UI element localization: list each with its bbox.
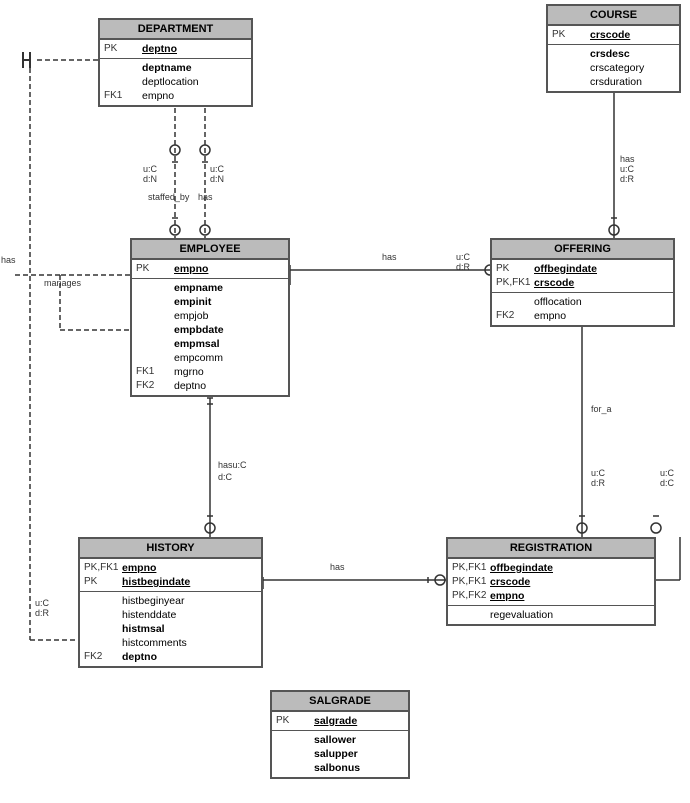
label-uc-dept2: u:C (210, 164, 224, 174)
entity-employee-pk: PK empno (132, 260, 288, 279)
entity-history-pk: PK,FK1 empno PK histbegindate (80, 559, 261, 592)
entity-department-pk: PK deptno (100, 40, 251, 59)
erd-diagram: u:C d:N u:C d:N staffed_by has has u:C d… (0, 0, 690, 803)
entity-offering: OFFERING PK offbegindate PK,FK1 crscode … (490, 238, 675, 327)
entity-course: COURSE PK crscode crsdesc crscategory cr… (546, 4, 681, 93)
label-dr-course: d:R (620, 174, 634, 184)
entity-salgrade: SALGRADE PK salgrade sallower salupper s… (270, 690, 410, 779)
label-uc-reg1: u:C (591, 468, 605, 478)
entity-salgrade-attrs: sallower salupper salbonus (272, 731, 408, 777)
label-dr-reg1: d:R (591, 478, 605, 488)
label-dr-offering: d:R (456, 262, 470, 272)
label-uc-hist: u:C (35, 598, 49, 608)
entity-registration: REGISTRATION PK,FK1 offbegindate PK,FK1 … (446, 537, 656, 626)
label-dn-dept1: d:N (143, 174, 157, 184)
entity-employee-attrs: empname empinit empjob empbdate empmsal … (132, 279, 288, 395)
entity-history: HISTORY PK,FK1 empno PK histbegindate hi… (78, 537, 263, 668)
entity-registration-pk: PK,FK1 offbegindate PK,FK1 crscode PK,FK… (448, 559, 654, 606)
entity-department: DEPARTMENT PK deptno deptname deptlocati… (98, 18, 253, 107)
label-has-dept: has (198, 192, 213, 202)
label-dr-hist: d:R (35, 608, 49, 618)
label-manages: manages (44, 278, 81, 288)
entity-offering-pk: PK offbegindate PK,FK1 crscode (492, 260, 673, 293)
entity-offering-title: OFFERING (492, 240, 673, 260)
label-has-emp-offering: has (382, 252, 397, 262)
entity-employee: EMPLOYEE PK empno empname empinit empjob (130, 238, 290, 397)
entity-employee-title: EMPLOYEE (132, 240, 288, 260)
label-uc-offering: u:C (456, 252, 470, 262)
label-uc-course: u:C (620, 164, 634, 174)
label-dc-reg2: d:C (660, 478, 674, 488)
entity-course-attrs: crsdesc crscategory crsduration (548, 45, 679, 91)
entity-course-title: COURSE (548, 6, 679, 26)
label-for-a: for_a (591, 404, 612, 414)
entity-history-attrs: histbeginyear histenddate histmsal histc… (80, 592, 261, 666)
entity-salgrade-pk: PK salgrade (272, 712, 408, 731)
label-has-history: has (330, 562, 345, 572)
label-dn-dept2: d:N (210, 174, 224, 184)
label-d-c: d:C (218, 472, 232, 482)
label-hasu-c: hasu:C (218, 460, 247, 470)
entity-registration-title: REGISTRATION (448, 539, 654, 559)
label-staffed-by: staffed_by (148, 192, 189, 202)
entity-offering-attrs: offlocation FK2 empno (492, 293, 673, 325)
entity-history-title: HISTORY (80, 539, 261, 559)
label-has-left: has (1, 255, 16, 265)
label-uc-dept1: u:C (143, 164, 157, 174)
entity-department-title: DEPARTMENT (100, 20, 251, 40)
relationship-lines (0, 0, 690, 803)
entity-course-pk: PK crscode (548, 26, 679, 45)
label-has-course: has (620, 154, 635, 164)
label-uc-reg2: u:C (660, 468, 674, 478)
entity-registration-attrs: regevaluation (448, 606, 654, 624)
entity-salgrade-title: SALGRADE (272, 692, 408, 712)
entity-department-attrs: deptname deptlocation FK1 empno (100, 59, 251, 105)
